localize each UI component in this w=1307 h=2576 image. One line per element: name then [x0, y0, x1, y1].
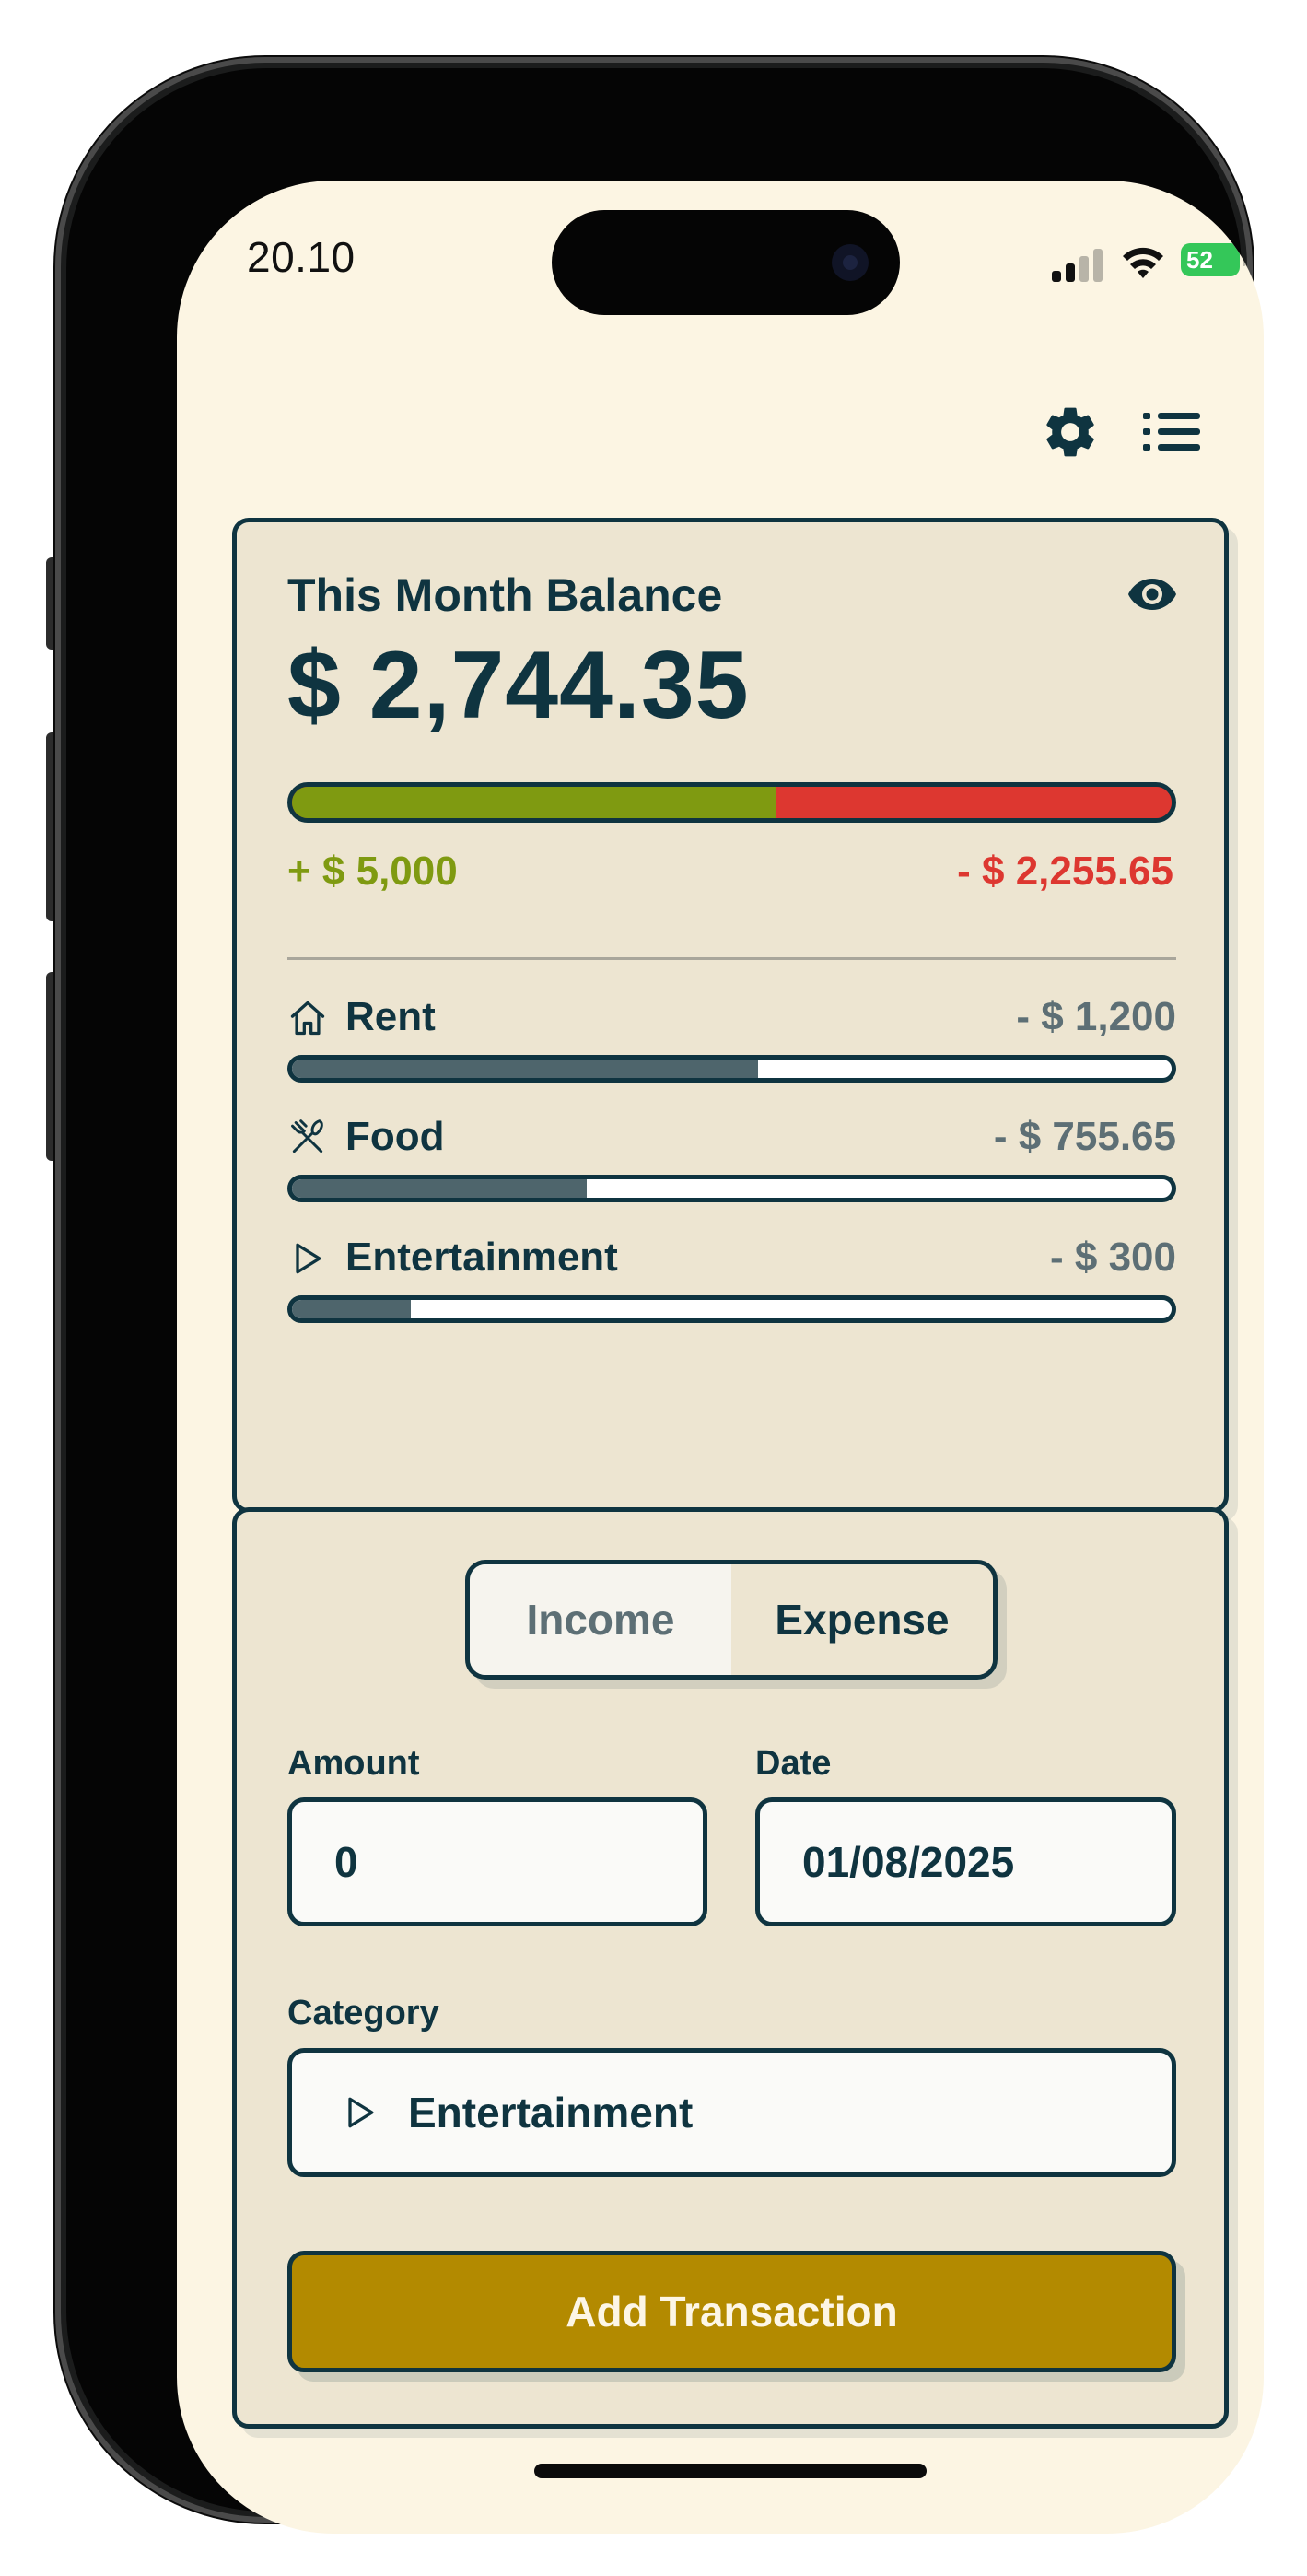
category-name: Entertainment: [345, 1235, 618, 1280]
category-row-food: Food - $ 755.65: [287, 1114, 1176, 1215]
amount-input[interactable]: 0: [287, 1797, 707, 1926]
category-row-entertainment: Entertainment - $ 300: [287, 1235, 1176, 1336]
balance-card: This Month Balance $ 2,744.35 + $ 5,000 …: [232, 518, 1229, 1513]
status-time: 20.10: [247, 233, 356, 281]
income-expense-bar: [287, 782, 1176, 823]
expense-bar-fill: [776, 787, 1172, 818]
income-bar-fill: [292, 787, 776, 818]
list-icon: [1143, 413, 1200, 451]
category-progress-bar: [287, 1175, 1176, 1202]
transaction-type-toggle: Income Expense: [465, 1560, 998, 1680]
expense-total: - $ 2,255.65: [957, 849, 1173, 894]
tab-expense[interactable]: Expense: [731, 1564, 993, 1675]
transaction-form-card: Income Expense Amount Date 0 01/08/2025 …: [232, 1507, 1229, 2429]
category-name: Rent: [345, 994, 436, 1039]
house-icon: [290, 1001, 325, 1036]
category-progress-fill: [292, 1060, 759, 1078]
category-progress-bar: [287, 1055, 1176, 1083]
amount-label: Amount: [287, 1744, 420, 1783]
phone-frame: 20.10 52 This Month Balance $ 2,744.35 +…: [55, 57, 1264, 2534]
play-icon: [348, 2097, 374, 2128]
dynamic-island: [552, 210, 900, 315]
app-screen: 20.10 52 This Month Balance $ 2,744.35 +…: [177, 181, 1264, 2534]
category-value: Entertainment: [408, 2089, 694, 2137]
amount-value: 0: [334, 1838, 358, 1886]
category-amount: - $ 755.65: [993, 1114, 1176, 1159]
balance-amount: $ 2,744.35: [287, 632, 750, 739]
category-label: Category: [287, 1994, 439, 2032]
menu-button[interactable]: [1139, 400, 1204, 464]
camera-icon: [832, 244, 869, 281]
cellular-signal-icon: [1052, 247, 1103, 282]
category-row-rent: Rent - $ 1,200: [287, 994, 1176, 1095]
wifi-icon: [1123, 247, 1163, 278]
add-transaction-button[interactable]: Add Transaction: [287, 2251, 1176, 2372]
balance-title: This Month Balance: [287, 569, 723, 621]
category-amount: - $ 1,200: [1016, 994, 1176, 1039]
category-progress-fill: [292, 1300, 411, 1318]
tab-income[interactable]: Income: [470, 1564, 731, 1675]
battery-level: 52: [1186, 246, 1213, 274]
battery-icon: 52: [1181, 243, 1247, 276]
play-icon: [296, 1243, 321, 1274]
date-value: 01/08/2025: [802, 1838, 1015, 1886]
settings-button[interactable]: [1038, 400, 1103, 464]
category-progress-fill: [292, 1179, 587, 1198]
income-total: + $ 5,000: [287, 849, 458, 894]
category-select[interactable]: Entertainment: [287, 2048, 1176, 2177]
date-label: Date: [755, 1744, 832, 1783]
eye-icon[interactable]: [1126, 576, 1178, 613]
fork-knife-icon: [291, 1119, 323, 1153]
divider: [287, 957, 1176, 960]
home-indicator[interactable]: [534, 2464, 927, 2478]
category-amount: - $ 300: [1050, 1235, 1176, 1280]
phone-bezel: 20.10 52 This Month Balance $ 2,744.35 +…: [66, 68, 1264, 2534]
category-name: Food: [345, 1114, 445, 1159]
gear-icon: [1046, 407, 1094, 457]
category-progress-bar: [287, 1295, 1176, 1323]
date-input[interactable]: 01/08/2025: [755, 1797, 1176, 1926]
